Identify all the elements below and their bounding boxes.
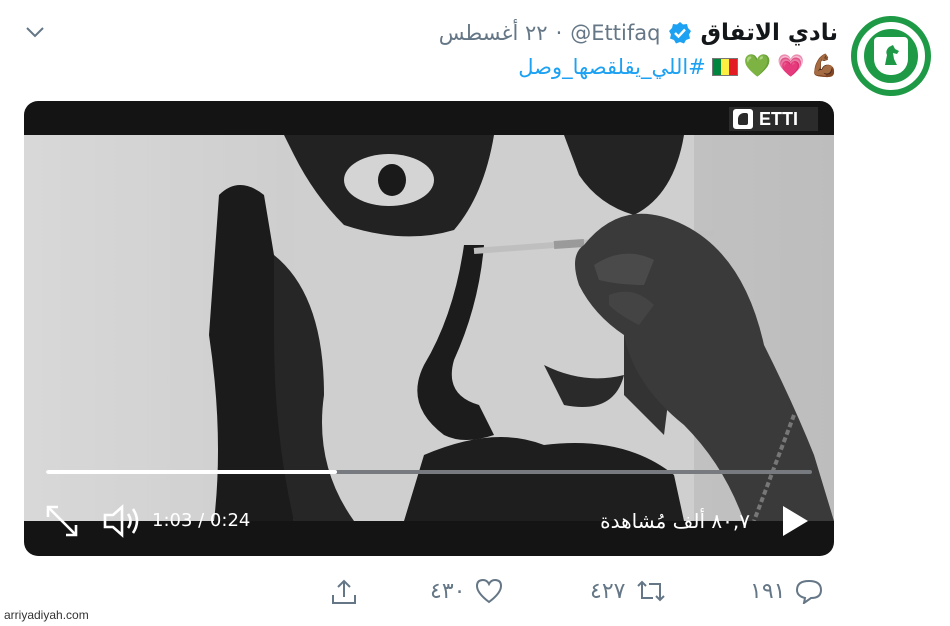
- chevron-down-icon[interactable]: [24, 24, 46, 40]
- tweet-actions: ١٩١ ٤٢٧ ٤٣٠: [0, 578, 950, 618]
- reply-count: ١٩١: [750, 578, 786, 604]
- reply-icon: [796, 579, 823, 604]
- horse-icon: [874, 37, 908, 75]
- tweet-date[interactable]: ٢٢ أغسطس: [439, 21, 548, 45]
- hashtag-link[interactable]: #اللي_يقلقصها_وصل: [518, 55, 706, 79]
- avatar[interactable]: [851, 16, 931, 96]
- video-player[interactable]: ETTI 1:03 / 0:24 ٨٠,٧ ألف مُشاهدة: [24, 101, 834, 556]
- like-button[interactable]: ٤٣٠: [430, 578, 503, 604]
- separator-dot: ·: [555, 21, 563, 45]
- share-icon: [332, 579, 356, 604]
- heart-icon: [476, 578, 503, 604]
- watermark-text: ETTI: [759, 108, 798, 129]
- retweet-button[interactable]: ٤٢٧: [590, 578, 667, 604]
- pink-heart-emoji: 💗: [777, 54, 805, 79]
- senegal-flag-icon: [711, 58, 738, 76]
- video-progress-bar[interactable]: [46, 470, 812, 474]
- reply-button[interactable]: ١٩١: [750, 578, 823, 604]
- view-count: ٨٠,٧ ألف مُشاهدة: [600, 509, 750, 533]
- volume-icon[interactable]: [102, 503, 142, 539]
- fullscreen-icon[interactable]: [44, 503, 80, 539]
- share-button[interactable]: [330, 578, 358, 606]
- watermark: ETTI: [729, 107, 818, 131]
- source-watermark: arriyadiyah.com: [4, 608, 89, 622]
- video-time: 1:03 / 0:24: [152, 510, 251, 531]
- tweet-header: نادي الاتفاق @Ettifaq · ٢٢ أغسطس: [439, 20, 838, 46]
- green-heart-emoji: 💚: [743, 54, 772, 79]
- play-icon[interactable]: [780, 503, 810, 539]
- progress-fill: [46, 470, 338, 474]
- horse-icon: [733, 109, 753, 129]
- flexed-biceps-emoji: 💪🏾: [810, 54, 838, 79]
- user-handle[interactable]: @Ettifaq: [570, 21, 660, 45]
- display-name[interactable]: نادي الاتفاق: [700, 20, 838, 46]
- retweet-icon: [637, 580, 666, 602]
- video-frame: [24, 135, 834, 521]
- verified-badge-icon: [669, 22, 692, 44]
- like-count: ٤٣٠: [430, 578, 466, 604]
- club-logo: [862, 27, 920, 85]
- retweet-count: ٤٢٧: [590, 578, 626, 604]
- tweet-text: 💪🏾 💗 💚 #اللي_يقلقصها_وصل: [518, 54, 838, 80]
